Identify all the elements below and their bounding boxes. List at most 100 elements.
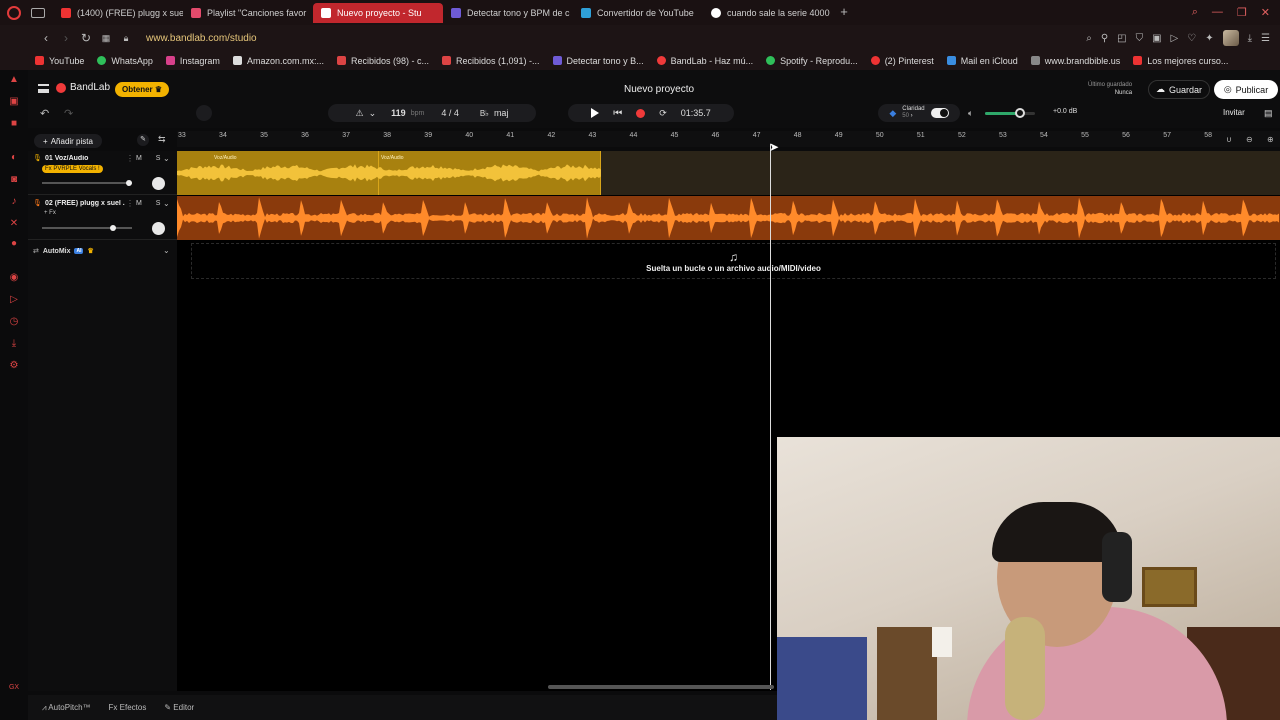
camera-icon[interactable]: ▣	[1152, 33, 1161, 44]
tab-active[interactable]: Nuevo proyecto - Stu	[313, 2, 443, 23]
track-name[interactable]: 01 Voz/Audio	[45, 155, 125, 162]
playhead[interactable]	[770, 144, 771, 690]
play-icon[interactable]	[591, 108, 600, 118]
chevron-down-icon[interactable]: ⌄	[163, 154, 170, 163]
bookmark-spotify[interactable]: Spotify - Reprodu...	[766, 56, 858, 66]
youtube-icon[interactable]: ●	[8, 238, 20, 250]
drop-zone[interactable]: ♫ Suelta un bucle o un archivo audio/MID…	[191, 243, 1276, 279]
obtener-button[interactable]: Obtener ♛	[115, 82, 170, 97]
tab[interactable]: (1400) (FREE) plugg x sue	[53, 3, 183, 23]
shield-icon[interactable]: ⛉	[1136, 33, 1144, 44]
volume-slider[interactable]	[42, 180, 132, 186]
magnet-icon[interactable]: ∪	[1226, 135, 1232, 144]
tab-snapshot-icon[interactable]: ▦	[96, 33, 116, 44]
close-icon[interactable]: ✕	[1261, 6, 1270, 19]
bookmark-youtube[interactable]: YouTube	[35, 56, 84, 66]
profile-avatar[interactable]	[1222, 30, 1239, 46]
search-icon[interactable]: ⌕	[1086, 33, 1092, 44]
redo-icon[interactable]: ↷	[64, 107, 73, 120]
bandlab-logo[interactable]: BandLab	[56, 82, 110, 93]
bookmark-amazon[interactable]: Amazon.com.mx:...	[232, 56, 324, 66]
url-field[interactable]: www.bandlab.com/studio	[146, 33, 257, 44]
instagram-icon[interactable]: ◙	[8, 174, 20, 186]
track-header[interactable]: 🎙︎ 02 (FREE) plugg x suel ... + Fx M S ⋮…	[28, 196, 177, 240]
extensions-icon[interactable]: ✦	[1205, 33, 1213, 44]
download-icon[interactable]: ⤓	[1248, 33, 1252, 44]
loop-icon[interactable]: ⟳	[659, 108, 667, 119]
bookmark-instagram[interactable]: Instagram	[165, 56, 220, 66]
bookmark-icloud[interactable]: Mail en iCloud	[946, 56, 1018, 66]
bookmark-detectar[interactable]: Detectar tono y B...	[552, 56, 644, 66]
back-icon[interactable]: ‹	[36, 31, 56, 45]
metronome-placeholder-icon[interactable]	[196, 105, 212, 121]
timeline-ruler[interactable]: 33 34 35 36 37 38 39 40 41 42 43 44 45 46 47 48 49 50 51 52…	[177, 131, 1280, 147]
chevron-down-icon[interactable]: ⌄	[163, 246, 170, 255]
hamburger-menu-icon[interactable]	[38, 84, 49, 93]
tab[interactable]: Playlist "Canciones favor	[183, 3, 313, 23]
whatsapp-icon[interactable]: ◐	[8, 152, 20, 164]
key-value[interactable]: maj	[494, 108, 509, 118]
chat-icon[interactable]: ▤	[1264, 108, 1273, 119]
zoom-in-icon[interactable]: ⊕	[1267, 135, 1274, 144]
snapshot-icon[interactable]: ◰	[1117, 33, 1126, 44]
pin-icon[interactable]: ⚲	[1101, 33, 1108, 44]
undo-icon[interactable]: ↶	[40, 107, 49, 120]
new-tab-button[interactable]: +	[837, 5, 851, 20]
tab[interactable]: Detectar tono y BPM de c	[443, 3, 573, 23]
music-icon[interactable]: ▲	[8, 74, 20, 86]
bookmark-pinterest[interactable]: (2) Pinterest	[870, 56, 934, 66]
mail-icon[interactable]: ■	[8, 118, 20, 130]
bookmark-gmail[interactable]: Recibidos (98) - c...	[336, 56, 429, 66]
mute-solo[interactable]: M S	[136, 200, 166, 207]
player-icon[interactable]: ▷	[1171, 33, 1179, 44]
claridad-toggle[interactable]	[930, 108, 949, 118]
reload-icon[interactable]: ↻	[76, 31, 96, 45]
chevron-down-icon[interactable]: ⌄	[163, 199, 170, 208]
speaker-icon[interactable]: 🔈︎	[968, 108, 973, 119]
bookmark-brandbible[interactable]: www.brandbible.us	[1030, 56, 1120, 66]
publish-button[interactable]: ◎ Publicar	[1214, 80, 1278, 99]
tiktok-icon[interactable]: ♪	[8, 196, 20, 208]
effects-button[interactable]: Fx Efectos	[109, 703, 147, 712]
editor-button[interactable]: ✎ Editor	[164, 703, 194, 712]
pan-knob[interactable]	[152, 177, 165, 190]
invite-button[interactable]: Invitar	[1223, 108, 1245, 117]
opera-logo-icon[interactable]	[7, 5, 21, 20]
spotify-icon[interactable]: ◉	[8, 272, 20, 284]
skip-back-icon[interactable]: ⏮	[613, 108, 622, 119]
bookmark-whatsapp[interactable]: WhatsApp	[97, 56, 153, 66]
fx-chain-badge[interactable]: Fx PVRPLE Vocals !	[42, 165, 103, 173]
player-icon[interactable]: ▣	[8, 96, 20, 108]
tuner-icon[interactable]: ✎	[137, 134, 149, 146]
volume-knob[interactable]	[110, 225, 116, 231]
automix-row[interactable]: ⇄ AutoMix AI ♛	[33, 247, 94, 256]
record-icon[interactable]	[636, 108, 646, 118]
save-button[interactable]: ☁ Guardar	[1148, 80, 1210, 99]
download-icon[interactable]: ⤓	[8, 338, 20, 350]
master-volume-slider[interactable]	[985, 108, 1035, 118]
minimize-icon[interactable]: —	[1212, 6, 1223, 19]
settings-icon[interactable]: ⚙	[8, 360, 20, 372]
horizontal-scrollbar[interactable]	[548, 685, 774, 689]
workspaces-icon[interactable]	[31, 7, 45, 18]
menu-icon[interactable]: ☰	[1261, 33, 1270, 44]
bookmark-bandlab[interactable]: BandLab - Haz mú...	[656, 56, 753, 66]
tab[interactable]: Convertidor de YouTube	[573, 3, 703, 23]
pan-knob[interactable]	[152, 222, 165, 235]
bookmark-cursos[interactable]: Los mejores curso...	[1133, 56, 1228, 66]
history-icon[interactable]: ◷	[8, 316, 20, 328]
bpm-value[interactable]: 119	[391, 108, 406, 118]
play-icon[interactable]: ▷	[8, 294, 20, 306]
autopitch-button[interactable]: ⩘ AutoPitch™	[42, 703, 91, 713]
more-icon[interactable]: ⋮	[126, 199, 134, 208]
tab[interactable]: cuando sale la serie 4000	[703, 3, 833, 23]
x-icon[interactable]: ✕	[8, 218, 20, 230]
track-header[interactable]: 🎙︎ 01 Voz/Audio Fx PVRPLE Vocals ! M S ⋮…	[28, 151, 177, 195]
metronome-icon[interactable]: ⚠	[356, 108, 364, 119]
volume-slider[interactable]	[42, 225, 132, 231]
forward-icon[interactable]: ›	[56, 31, 76, 45]
time-signature[interactable]: 4 / 4	[441, 108, 459, 118]
track-name[interactable]: 02 (FREE) plugg x suel ...	[45, 200, 125, 207]
chevron-down-icon[interactable]: ⌄	[369, 108, 377, 119]
track-settings-icon[interactable]: ⇆	[158, 134, 166, 145]
